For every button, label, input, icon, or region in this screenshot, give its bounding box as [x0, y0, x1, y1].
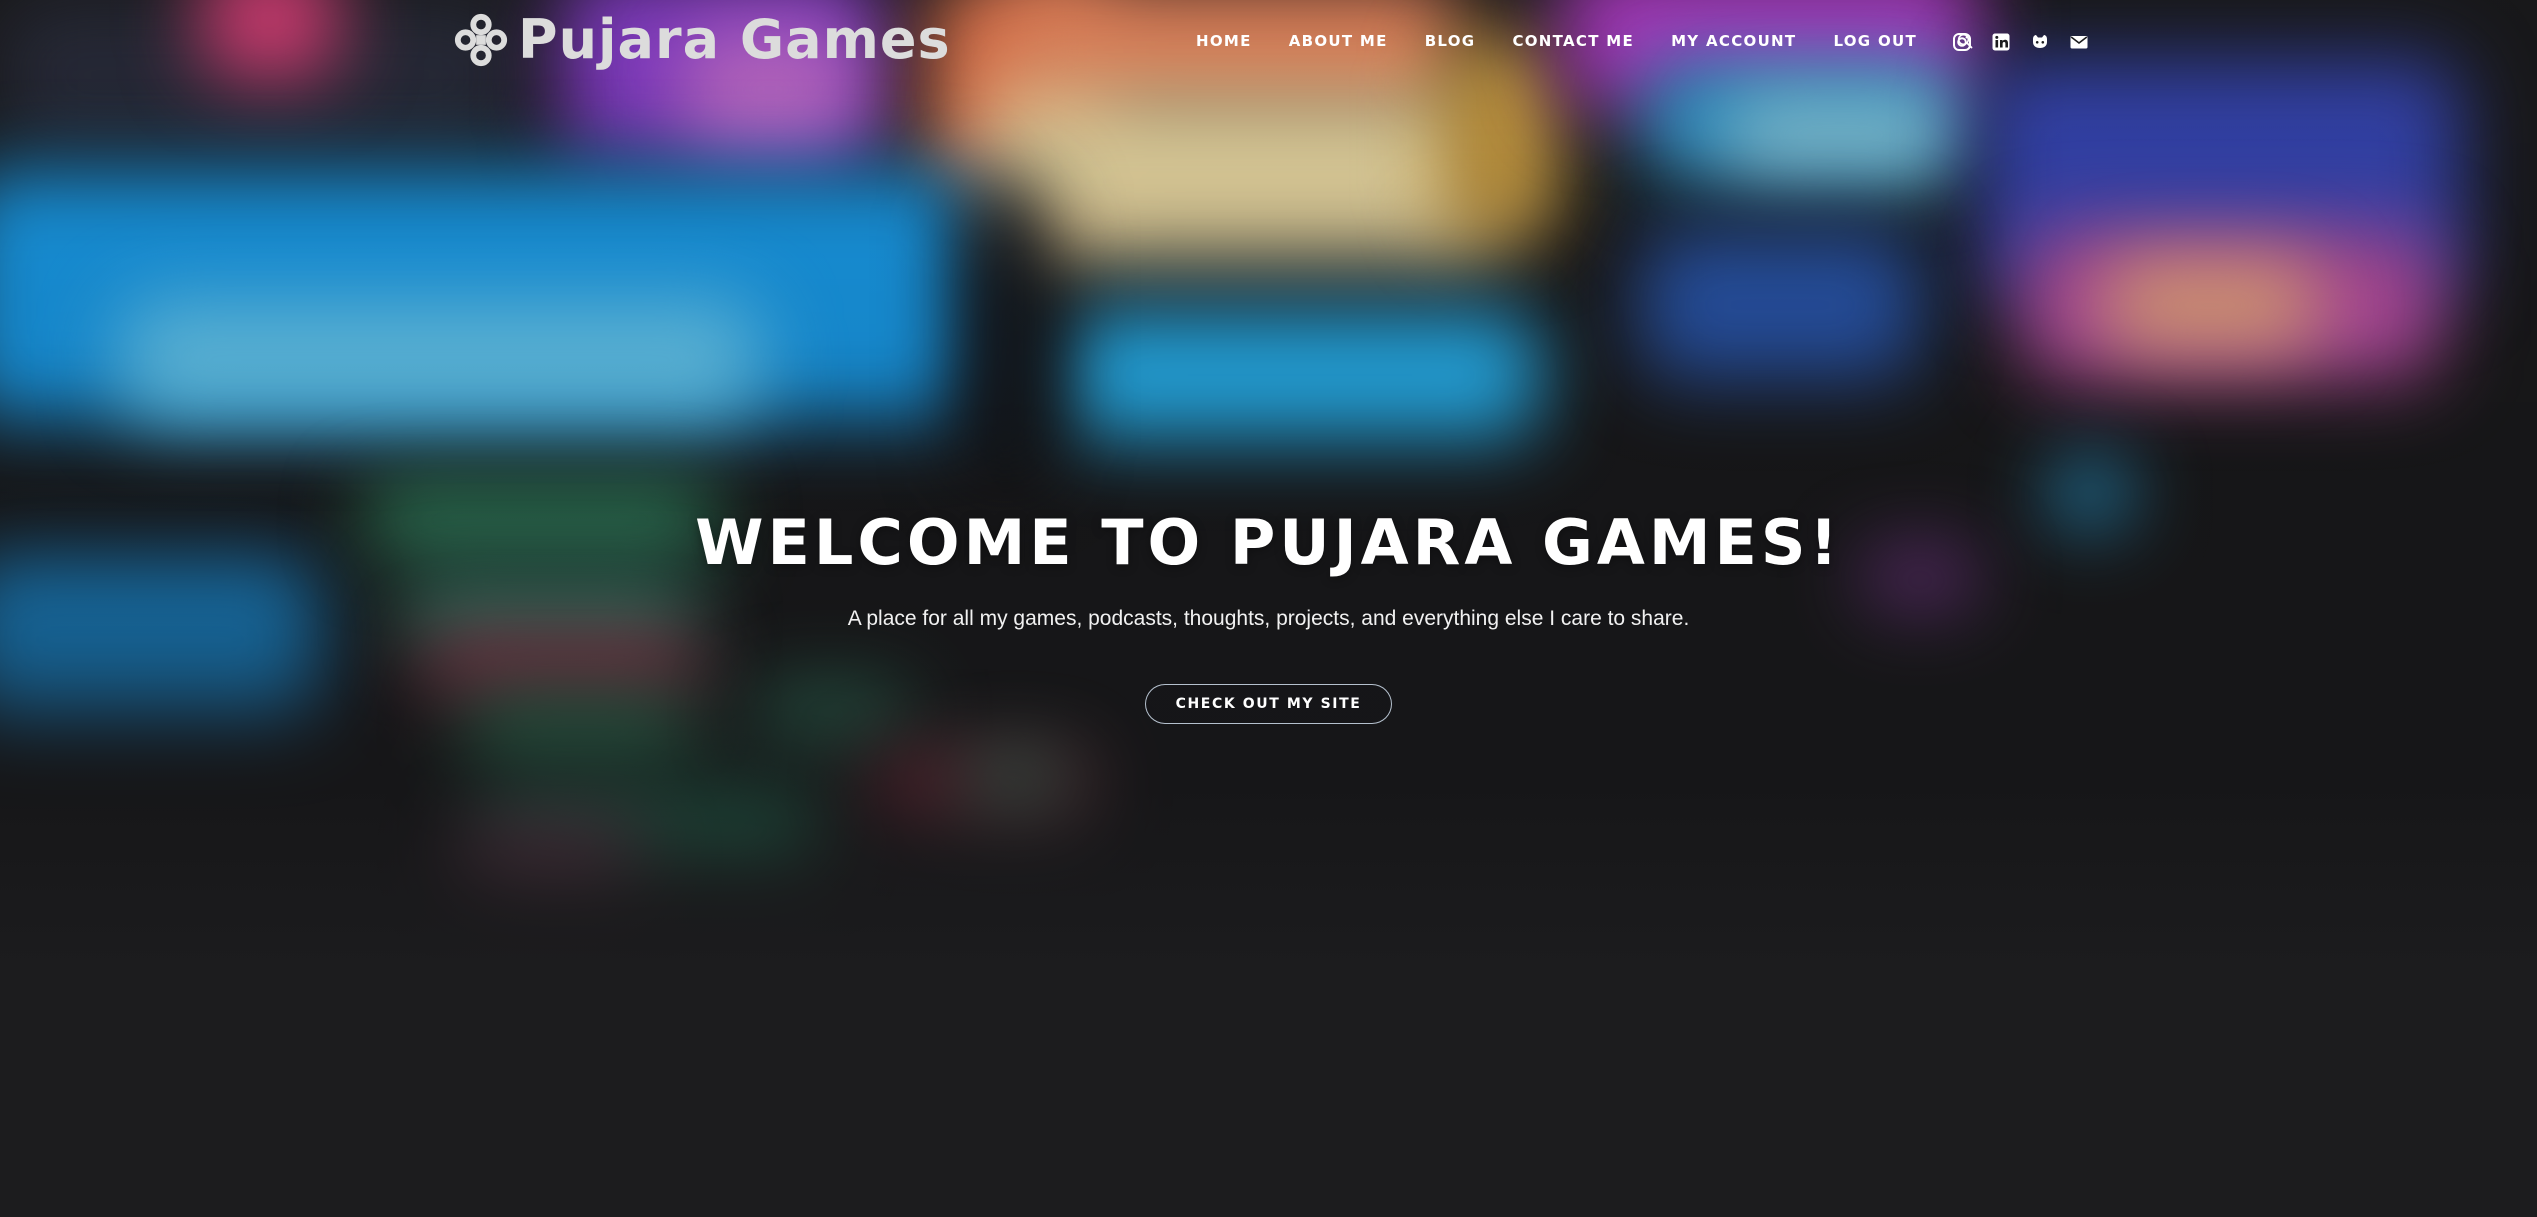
hero-subtitle: A place for all my games, podcasts, thou… [847, 607, 1690, 630]
github-icon[interactable] [2030, 32, 2050, 52]
main-nav: HOME ABOUT ME BLOG CONTACT ME MY ACCOUNT… [1196, 28, 2008, 54]
instagram-icon[interactable] [1952, 32, 1972, 52]
linkedin-icon[interactable] [1991, 32, 2011, 52]
social-links [1952, 32, 2089, 52]
logo-text: Pujara Games [518, 8, 951, 71]
site-header: Pujara Games HOME ABOUT ME BLOG CONTACT … [0, 0, 2537, 80]
site-logo[interactable]: Pujara Games [452, 8, 951, 72]
gamepad-dpad-icon [454, 13, 508, 67]
check-out-site-button[interactable]: CHECK OUT MY SITE [1144, 684, 1393, 724]
nav-contact-me[interactable]: CONTACT ME [1512, 28, 1634, 54]
hero-title: WELCOME TO PUJARA GAMES! [695, 506, 1842, 579]
hero-section: WELCOME TO PUJARA GAMES! A place for all… [0, 500, 2537, 724]
envelope-icon[interactable] [2069, 32, 2089, 52]
nav-log-out[interactable]: LOG OUT [1833, 28, 1917, 54]
nav-home[interactable]: HOME [1196, 28, 1252, 54]
page: Pujara Games HOME ABOUT ME BLOG CONTACT … [0, 0, 2537, 1217]
nav-my-account[interactable]: MY ACCOUNT [1671, 28, 1796, 54]
nav-about-me[interactable]: ABOUT ME [1289, 28, 1388, 54]
nav-blog[interactable]: BLOG [1425, 28, 1476, 54]
